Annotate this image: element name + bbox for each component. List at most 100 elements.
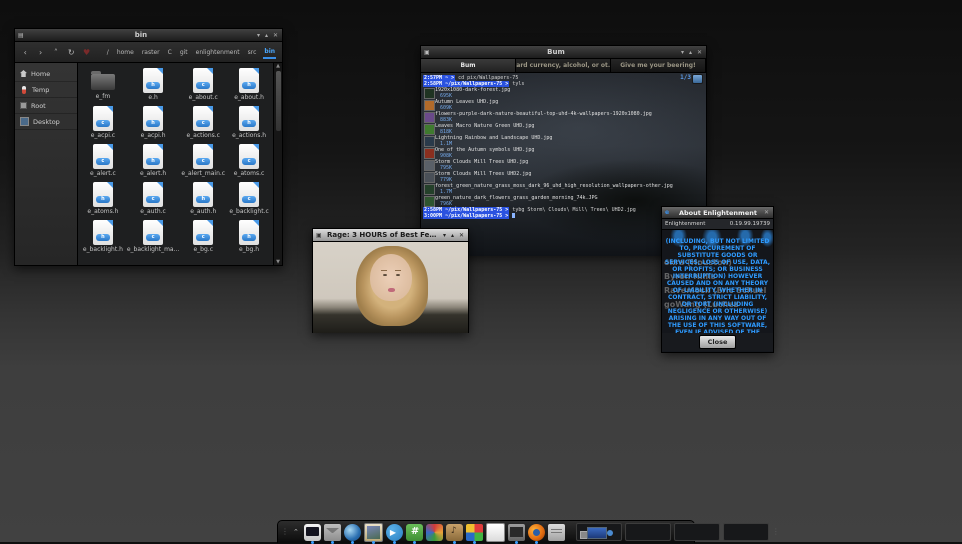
file-item[interactable]: e_backlight_ma... bbox=[126, 218, 181, 253]
file-item[interactable]: e_auth.h bbox=[180, 180, 226, 215]
favorites-icon[interactable]: ♥ bbox=[82, 48, 90, 57]
tab-count-indicator: 1/3 bbox=[680, 74, 691, 81]
firefox-launcher-icon[interactable] bbox=[527, 523, 545, 544]
file-icon bbox=[239, 182, 260, 207]
mail-launcher-icon[interactable] bbox=[323, 523, 341, 544]
eye bbox=[382, 273, 387, 276]
music-launcher-icon[interactable] bbox=[445, 523, 463, 544]
terminal-cursor bbox=[512, 213, 516, 218]
desktop-icon bbox=[20, 117, 29, 126]
sidebar-item-temp[interactable]: Temp bbox=[15, 82, 77, 98]
file-item[interactable]: e_actions.c bbox=[180, 104, 226, 139]
tab-switcher-button[interactable] bbox=[692, 74, 703, 84]
maximize-icon[interactable]: ▴ bbox=[689, 49, 692, 56]
file-item[interactable]: e.h bbox=[126, 66, 181, 101]
shelf-expand-icon[interactable]: ⌃ bbox=[293, 528, 299, 536]
forward-icon[interactable]: › bbox=[36, 48, 44, 57]
tab-beering[interactable]: Give me your beering! bbox=[611, 59, 706, 72]
maximize-icon[interactable]: ▴ bbox=[265, 32, 268, 39]
close-icon[interactable]: ✕ bbox=[697, 49, 702, 56]
refresh-icon[interactable]: ↻ bbox=[67, 48, 75, 57]
file-item[interactable]: e_alert.h bbox=[126, 142, 181, 177]
desktop-4-pager-slot[interactable] bbox=[722, 523, 769, 541]
desktop-2-pager-slot[interactable] bbox=[624, 523, 671, 541]
file-manager-titlebar[interactable]: ▤ bin ▾ ▴ ✕ bbox=[15, 29, 282, 42]
maximize-icon[interactable]: ▴ bbox=[451, 232, 454, 239]
tab-bum[interactable]: Bum bbox=[421, 59, 516, 72]
file-item[interactable]: e_actions.h bbox=[226, 104, 272, 139]
listing-entry: Storm Clouds Mill Trees UHD2.jpg 779K bbox=[423, 171, 706, 183]
file-item[interactable]: e_atoms.c bbox=[226, 142, 272, 177]
breadcrumb-git[interactable]: git bbox=[179, 47, 189, 58]
file-item[interactable]: e_bg.h bbox=[226, 218, 272, 253]
tab-hard-currency[interactable]: Hard currency, alcohol, or ot... bbox=[516, 59, 611, 72]
file-item[interactable]: e_backlight.c bbox=[226, 180, 272, 215]
file-icon bbox=[92, 220, 113, 245]
wine-launcher-icon[interactable] bbox=[465, 523, 483, 544]
scrollbar-thumb[interactable] bbox=[275, 71, 281, 131]
close-button[interactable]: Close bbox=[698, 335, 737, 349]
terminal-launcher-icon[interactable] bbox=[303, 523, 321, 544]
file-manager-sidebar: Home Temp Root Desktop bbox=[15, 63, 78, 265]
tv-launcher-icon[interactable] bbox=[507, 523, 525, 544]
up-icon[interactable]: ˄ bbox=[52, 48, 60, 57]
running-indicator bbox=[534, 540, 538, 544]
file-item[interactable]: e_atoms.h bbox=[80, 180, 126, 215]
shade-icon[interactable]: ▾ bbox=[443, 232, 446, 239]
paint-launcher-icon[interactable] bbox=[425, 523, 443, 541]
running-indicator bbox=[392, 540, 396, 544]
breadcrumb-c[interactable]: C bbox=[167, 47, 173, 58]
sidebar-item-desktop[interactable]: Desktop bbox=[15, 114, 77, 130]
terminal-app-icon: ▣ bbox=[424, 48, 430, 56]
shade-icon[interactable]: ▾ bbox=[681, 49, 684, 56]
shade-icon[interactable]: ▾ bbox=[257, 32, 260, 39]
file-item[interactable]: e_alert_main.c bbox=[180, 142, 226, 177]
file-item[interactable]: e_auth.c bbox=[126, 180, 181, 215]
about-body: okra (Houston) Byron Hillis Ravenlock (E… bbox=[662, 230, 773, 333]
desktop-3-pager-slot[interactable] bbox=[673, 523, 720, 541]
file-item[interactable]: e_alert.c bbox=[80, 142, 126, 177]
file-icon bbox=[92, 144, 113, 169]
running-indicator bbox=[514, 540, 518, 544]
document-launcher-icon[interactable] bbox=[485, 522, 505, 542]
sidebar-item-home[interactable]: Home bbox=[15, 66, 77, 82]
desktop-1-pager-slot[interactable] bbox=[575, 523, 622, 541]
shelf-grip-right[interactable]: ⋮ bbox=[772, 528, 780, 536]
shelf-grip-left[interactable]: ⋮ bbox=[281, 528, 289, 536]
browser-launcher-icon[interactable] bbox=[343, 523, 361, 544]
file-icon bbox=[143, 220, 164, 245]
close-icon[interactable]: ✕ bbox=[273, 32, 278, 39]
file-item[interactable]: e_bg.c bbox=[180, 218, 226, 253]
scroll-down-icon[interactable]: ▼ bbox=[276, 259, 280, 265]
running-indicator bbox=[472, 540, 476, 544]
file-item[interactable]: e_about.h bbox=[226, 66, 272, 101]
close-icon[interactable]: ✕ bbox=[764, 209, 769, 216]
file-item[interactable]: e_backlight.h bbox=[80, 218, 126, 253]
back-icon[interactable]: ‹ bbox=[21, 48, 29, 57]
breadcrumb-root[interactable]: / bbox=[106, 47, 110, 58]
breadcrumb-bin[interactable]: bin bbox=[263, 46, 277, 59]
photo-launcher-icon[interactable] bbox=[363, 522, 383, 544]
breadcrumb-enlightenment[interactable]: enlightenment bbox=[195, 47, 241, 58]
scroll-up-icon[interactable]: ▲ bbox=[276, 63, 280, 69]
sidebar-item-root[interactable]: Root bbox=[15, 98, 77, 114]
telegram-launcher-icon[interactable] bbox=[385, 523, 403, 544]
scrollbar[interactable]: ▲ ▼ bbox=[273, 63, 282, 265]
chat-launcher-icon[interactable] bbox=[405, 523, 423, 544]
breadcrumb-src[interactable]: src bbox=[247, 47, 258, 58]
file-item[interactable]: e_acpi.h bbox=[126, 104, 181, 139]
archive-launcher-icon[interactable] bbox=[547, 523, 565, 541]
file-item[interactable]: e_about.c bbox=[180, 66, 226, 101]
file-icon bbox=[143, 144, 164, 169]
video-frame-woman-portrait[interactable] bbox=[313, 242, 468, 333]
file-item[interactable]: e_acpi.c bbox=[80, 104, 126, 139]
close-icon[interactable]: ✕ bbox=[459, 232, 464, 239]
breadcrumb-home[interactable]: home bbox=[116, 47, 135, 58]
about-titlebar[interactable]: e About Enlightenment ✕ bbox=[662, 207, 773, 219]
breadcrumb-raster[interactable]: raster bbox=[141, 47, 161, 58]
terminal-titlebar[interactable]: ▣ Bum ▾ ▴ ✕ bbox=[421, 46, 706, 59]
video-titlebar[interactable]: ▣ Rage: 3 HOURS of Best Female Voc.... ▾… bbox=[313, 229, 468, 242]
file-item[interactable]: e_fm bbox=[80, 66, 126, 101]
video-app-icon: ▣ bbox=[316, 231, 322, 239]
listing-entry: Leaves Macro Nature Green UHD.jpg 818K bbox=[423, 123, 706, 135]
